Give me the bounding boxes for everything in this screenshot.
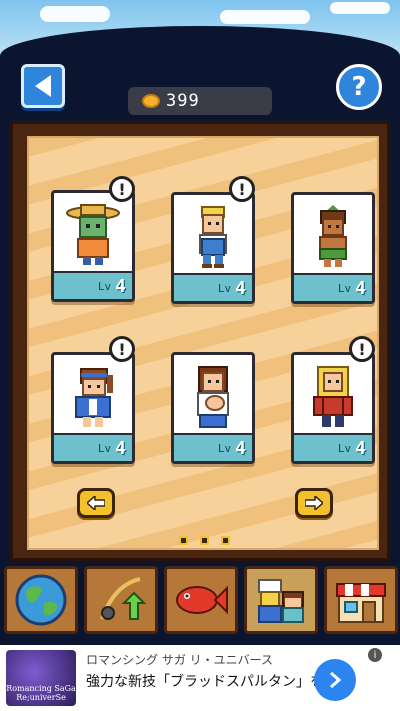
character-card[interactable]: Lv 4: [171, 192, 255, 304]
character-card[interactable]: Lv 4: [51, 352, 135, 464]
level-value: 4: [235, 277, 246, 299]
leaf-hair-character-portrait: [319, 205, 347, 267]
cloud-decoration: [330, 2, 390, 14]
fishing-rod-upgrade-icon: [100, 577, 147, 620]
cloud-decoration: [40, 6, 110, 22]
level-bar: Lv 4: [294, 433, 372, 461]
level-tag: Lv: [337, 281, 352, 295]
ad-text: 強力な新技「ブラッドスパルタン」を…: [86, 674, 338, 690]
level-bar: Lv 4: [294, 273, 372, 301]
character-board: Lv 4 ! Lv 4 ! Lv 4 Lv 4 ! Lv 4 Lv 4 !: [10, 121, 390, 561]
cloud-decoration: [220, 10, 310, 24]
next-page-button[interactable]: [295, 488, 333, 518]
sand-panel: Lv 4 ! Lv 4 ! Lv 4 Lv 4 ! Lv 4 Lv 4 !: [27, 136, 379, 550]
ad-open-button[interactable]: [314, 659, 356, 701]
level-value: 4: [355, 277, 366, 299]
nav-characters-button[interactable]: [244, 566, 318, 634]
coin-counter: 399: [128, 87, 272, 115]
alert-badge[interactable]: !: [109, 336, 135, 362]
alert-badge[interactable]: !: [229, 176, 255, 202]
level-bar: Lv 4: [174, 433, 252, 461]
bottom-navigation: [0, 561, 400, 641]
ad-game-logo: Romancing SaGa Re;univerSe: [6, 650, 76, 706]
nav-fish-button[interactable]: [164, 566, 238, 634]
level-bar: Lv 4: [54, 271, 132, 299]
coin-icon: [142, 94, 160, 108]
chevron-right-icon: [330, 671, 342, 689]
alert-badge[interactable]: !: [109, 176, 135, 202]
level-value: 4: [235, 437, 246, 459]
character-card[interactable]: Lv 4: [291, 352, 375, 464]
fish-icon: [176, 585, 228, 615]
shop-icon: [336, 583, 386, 623]
nav-world-button[interactable]: [4, 566, 78, 634]
headband-girl-character-portrait: [75, 368, 113, 427]
blond-boy-character-portrait: [199, 206, 227, 268]
character-card[interactable]: Lv 4: [51, 190, 135, 302]
coin-count: 399: [166, 91, 200, 111]
plaid-shirt-character-portrait: [313, 366, 353, 427]
character-card[interactable]: Lv 4: [291, 192, 375, 304]
back-arrow-icon: [35, 75, 51, 97]
level-tag: Lv: [97, 279, 112, 293]
level-value: 4: [115, 275, 126, 297]
character-card[interactable]: Lv 4: [171, 352, 255, 464]
alert-badge[interactable]: !: [349, 336, 375, 362]
right-arrow-icon: [305, 496, 323, 510]
level-tag: Lv: [217, 441, 232, 455]
ad-banner[interactable]: Romancing SaGa Re;univerSe ロマンシング サガ リ・ユ…: [0, 645, 400, 711]
characters-icon: [258, 579, 304, 623]
page-dot: [221, 536, 230, 545]
previous-page-button[interactable]: [77, 488, 115, 518]
globe-icon: [15, 574, 67, 626]
back-button[interactable]: [21, 64, 65, 108]
level-tag: Lv: [97, 441, 112, 455]
level-value: 4: [355, 437, 366, 459]
help-button[interactable]: ?: [336, 64, 382, 110]
nav-rod-upgrade-button[interactable]: [84, 566, 158, 634]
level-bar: Lv 4: [54, 433, 132, 461]
level-value: 4: [115, 437, 126, 459]
ad-title: ロマンシング サガ リ・ユニバース: [86, 653, 274, 667]
page-dot: [179, 536, 188, 545]
nav-shop-button[interactable]: [324, 566, 398, 634]
level-tag: Lv: [217, 281, 232, 295]
level-bar: Lv 4: [174, 273, 252, 301]
level-tag: Lv: [337, 441, 352, 455]
straw-hat-character-portrait: [66, 204, 120, 265]
page-dot: [200, 536, 209, 545]
mother-with-baby-character-portrait: [197, 366, 229, 428]
left-arrow-icon: [87, 496, 105, 510]
ad-info-icon[interactable]: i: [368, 648, 382, 662]
